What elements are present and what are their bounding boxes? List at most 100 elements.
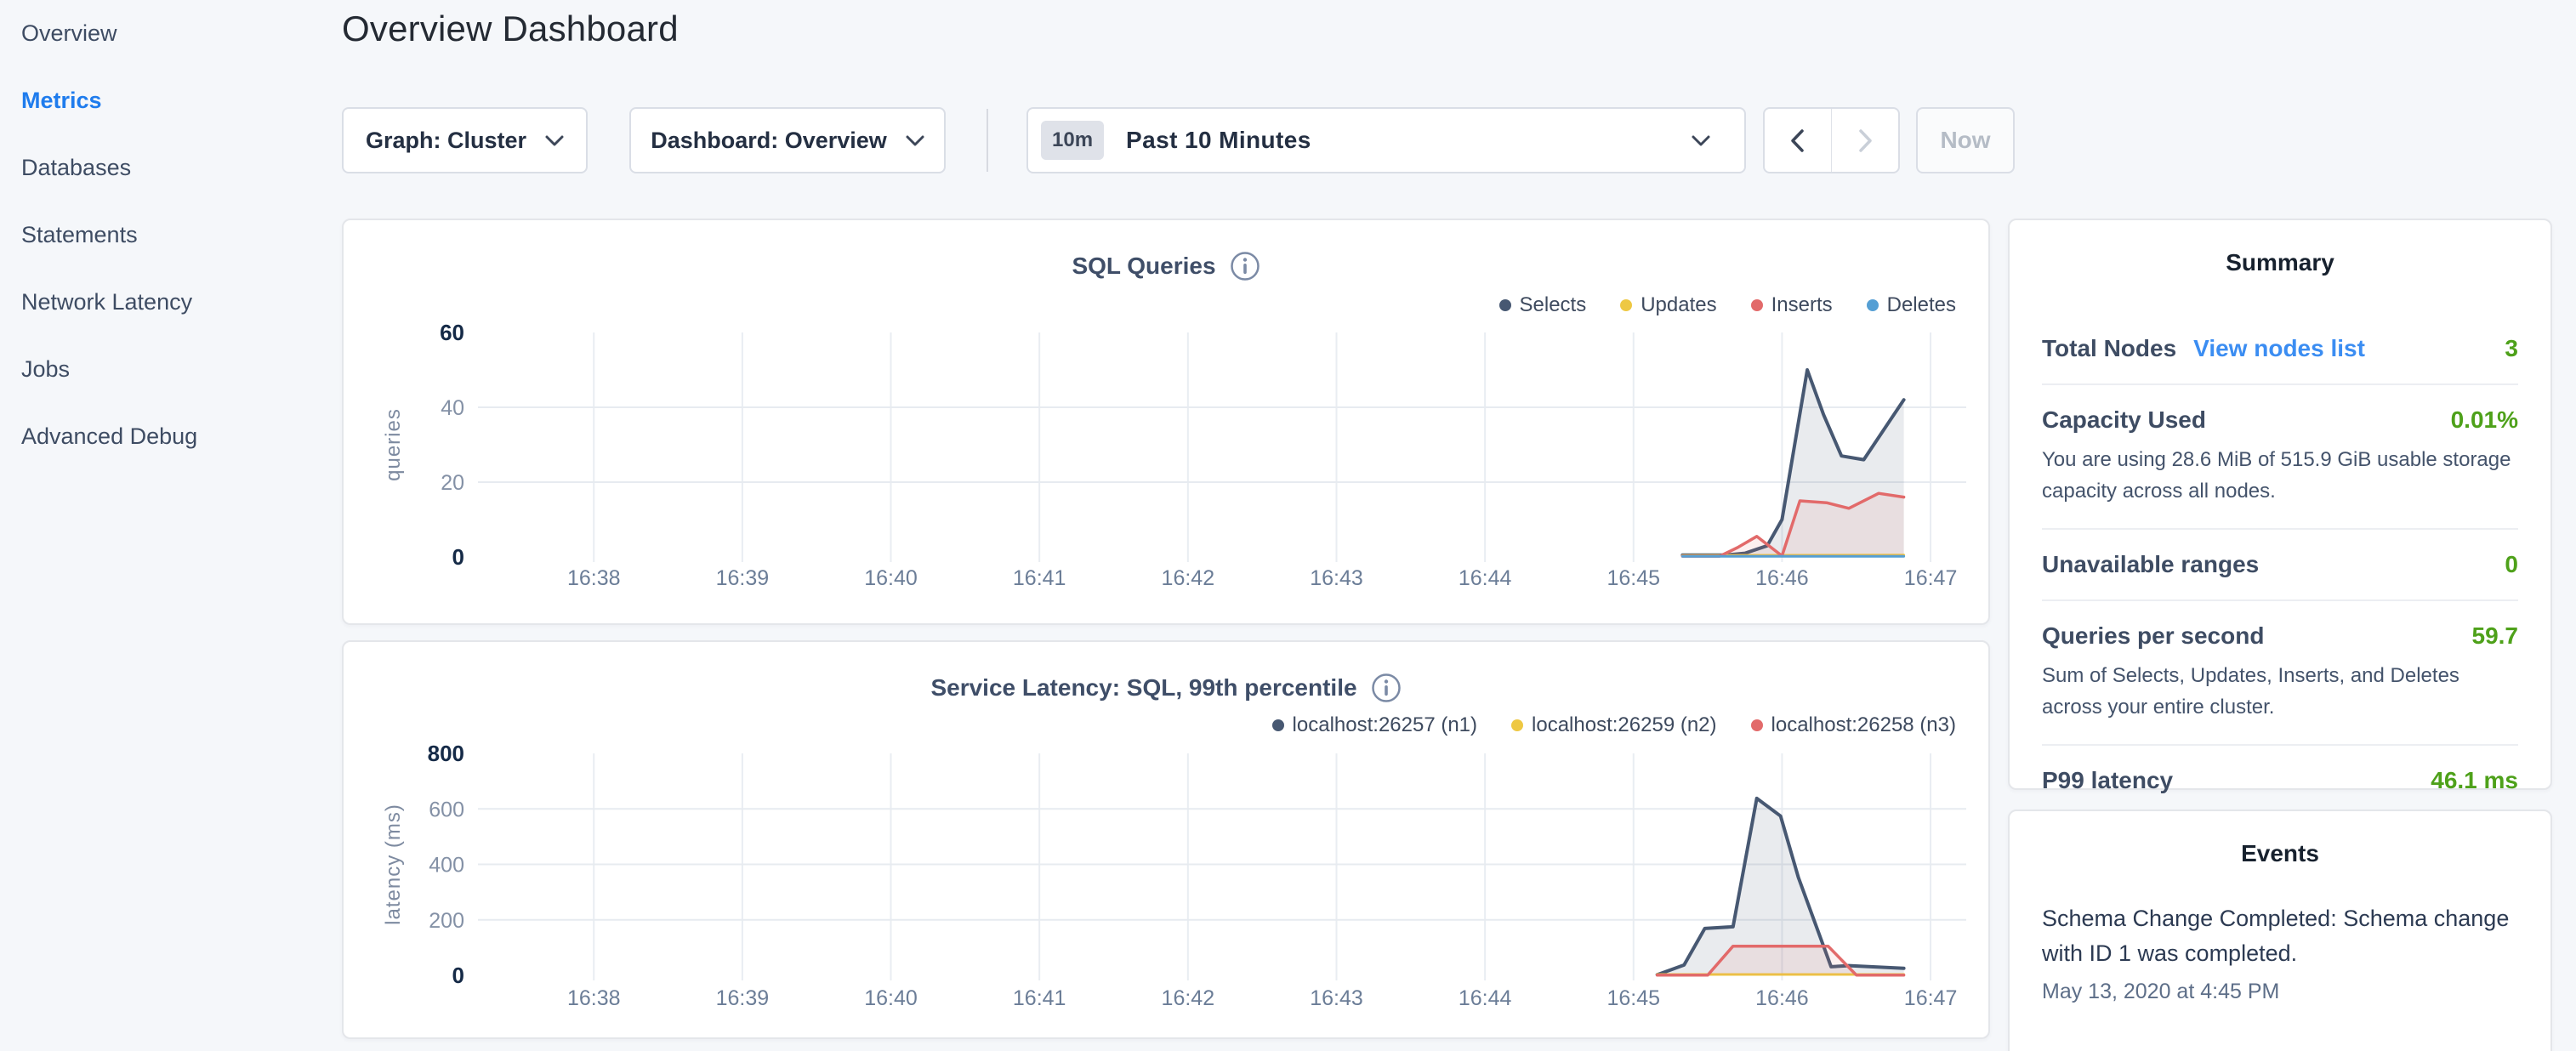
sidebar: Overview Metrics Databases Statements Ne… bbox=[0, 0, 332, 1051]
svg-text:16:46: 16:46 bbox=[1755, 986, 1809, 1010]
legend-label: Inserts bbox=[1771, 293, 1833, 317]
legend-label: Deletes bbox=[1887, 293, 1956, 317]
summary-row-value: 0 bbox=[2505, 551, 2518, 578]
now-button-label: Now bbox=[1940, 127, 1990, 154]
summary-title: Summary bbox=[2010, 220, 2550, 276]
legend-label: localhost:26259 (n2) bbox=[1532, 713, 1716, 737]
sidebar-item-databases[interactable]: Databases bbox=[0, 134, 332, 202]
service-latency-plot[interactable]: 16:3816:3916:4016:4116:4216:4316:4416:45… bbox=[376, 741, 1992, 1022]
svg-text:16:41: 16:41 bbox=[1013, 986, 1066, 1010]
summary-row-value: 3 bbox=[2505, 335, 2518, 362]
events-title: Events bbox=[2010, 811, 2550, 867]
now-button[interactable]: Now bbox=[1916, 107, 2015, 173]
svg-text:20: 20 bbox=[441, 471, 464, 495]
svg-text:16:45: 16:45 bbox=[1607, 566, 1661, 590]
page-title: Overview Dashboard bbox=[342, 9, 679, 49]
sidebar-item-statements[interactable]: Statements bbox=[0, 202, 332, 269]
sql-queries-chart-panel: SQL Queries Selects Updates Inserts Dele… bbox=[342, 219, 1990, 625]
svg-text:16:39: 16:39 bbox=[716, 986, 770, 1010]
svg-text:16:44: 16:44 bbox=[1459, 986, 1512, 1010]
legend-item-selects[interactable]: Selects bbox=[1499, 293, 1587, 317]
summary-row-value: 46.1 ms bbox=[2431, 767, 2518, 794]
summary-row-value: 59.7 bbox=[2472, 622, 2519, 650]
chart-title: SQL Queries bbox=[1072, 253, 1215, 280]
svg-text:0: 0 bbox=[452, 963, 464, 988]
summary-row-value: 0.01% bbox=[2451, 406, 2518, 434]
svg-text:16:45: 16:45 bbox=[1607, 986, 1661, 1010]
svg-text:16:40: 16:40 bbox=[864, 986, 918, 1010]
summary-row-unavailable-ranges: Unavailable ranges 0 bbox=[2042, 530, 2518, 601]
chart-title: Service Latency: SQL, 99th percentile bbox=[930, 674, 1356, 702]
svg-text:16:44: 16:44 bbox=[1459, 566, 1512, 590]
legend-label: localhost:26257 (n1) bbox=[1293, 713, 1477, 737]
sidebar-item-label: Network Latency bbox=[21, 289, 192, 315]
chart-legend: localhost:26257 (n1) localhost:26259 (n2… bbox=[1272, 713, 1956, 737]
sidebar-item-network-latency[interactable]: Network Latency bbox=[0, 269, 332, 336]
legend-dot bbox=[1620, 299, 1632, 311]
legend-item-deletes[interactable]: Deletes bbox=[1867, 293, 1956, 317]
legend-item-n1[interactable]: localhost:26257 (n1) bbox=[1272, 713, 1477, 737]
sidebar-item-jobs[interactable]: Jobs bbox=[0, 336, 332, 403]
svg-text:0: 0 bbox=[452, 544, 464, 570]
svg-text:16:39: 16:39 bbox=[716, 566, 770, 590]
time-prev-button[interactable] bbox=[1765, 109, 1831, 172]
summary-row-description: Sum of Selects, Updates, Inserts, and De… bbox=[2042, 660, 2518, 723]
svg-text:16:38: 16:38 bbox=[567, 986, 621, 1010]
info-icon[interactable] bbox=[1371, 673, 1402, 703]
sidebar-item-label: Metrics bbox=[21, 88, 102, 114]
sql-queries-plot[interactable]: 16:38 16:39 16:40 16:41 16:42 16:43 16:44 16:45… bbox=[376, 321, 1992, 597]
event-message: Schema Change Completed: Schema change w… bbox=[2042, 901, 2518, 971]
svg-text:16:41: 16:41 bbox=[1013, 566, 1066, 590]
svg-text:60: 60 bbox=[440, 321, 464, 345]
svg-text:latency (ms): latency (ms) bbox=[382, 804, 405, 925]
legend-dot bbox=[1867, 299, 1879, 311]
sidebar-item-advanced-debug[interactable]: Advanced Debug bbox=[0, 403, 332, 470]
svg-text:16:40: 16:40 bbox=[864, 566, 918, 590]
svg-text:600: 600 bbox=[429, 798, 464, 821]
chart-legend: Selects Updates Inserts Deletes bbox=[1499, 293, 1957, 317]
sidebar-item-label: Jobs bbox=[21, 356, 70, 383]
graph-dropdown[interactable]: Graph: Cluster bbox=[342, 107, 588, 173]
summary-row-queries-per-second: Queries per second 59.7 Sum of Selects, … bbox=[2042, 601, 2518, 746]
legend-dot bbox=[1751, 299, 1763, 311]
svg-text:16:42: 16:42 bbox=[1162, 986, 1215, 1010]
legend-dot bbox=[1511, 719, 1523, 731]
legend-item-n2[interactable]: localhost:26259 (n2) bbox=[1511, 713, 1716, 737]
dashboard-dropdown-label: Dashboard: Overview bbox=[651, 128, 887, 154]
toolbar-divider bbox=[987, 109, 988, 172]
svg-text:200: 200 bbox=[429, 909, 464, 933]
summary-panel: Summary Total Nodes View nodes list 3 Ca… bbox=[2008, 219, 2552, 790]
svg-text:16:43: 16:43 bbox=[1310, 566, 1363, 590]
sidebar-item-label: Advanced Debug bbox=[21, 423, 197, 450]
dashboard-dropdown[interactable]: Dashboard: Overview bbox=[629, 107, 946, 173]
time-next-button[interactable] bbox=[1832, 109, 1898, 172]
summary-row-label: Queries per second bbox=[2042, 622, 2264, 650]
legend-item-inserts[interactable]: Inserts bbox=[1751, 293, 1833, 317]
summary-row-label: P99 latency bbox=[2042, 767, 2173, 794]
svg-text:queries: queries bbox=[382, 408, 405, 481]
sidebar-item-label: Overview bbox=[21, 20, 117, 47]
sidebar-item-overview[interactable]: Overview bbox=[0, 0, 332, 67]
legend-label: Updates bbox=[1641, 293, 1716, 317]
legend-label: localhost:26258 (n3) bbox=[1771, 713, 1956, 737]
view-nodes-list-link[interactable]: View nodes list bbox=[2193, 335, 2365, 362]
legend-dot bbox=[1751, 719, 1763, 731]
legend-item-n3[interactable]: localhost:26258 (n3) bbox=[1751, 713, 1956, 737]
svg-text:40: 40 bbox=[441, 396, 464, 420]
time-pager bbox=[1763, 107, 1900, 173]
legend-item-updates[interactable]: Updates bbox=[1620, 293, 1716, 317]
event-item[interactable]: Schema Change Completed: Schema change w… bbox=[2042, 901, 2518, 1004]
service-latency-chart-panel: Service Latency: SQL, 99th percentile lo… bbox=[342, 640, 1990, 1039]
time-range-picker[interactable]: 10m Past 10 Minutes bbox=[1026, 107, 1746, 173]
svg-text:16:38: 16:38 bbox=[567, 566, 621, 590]
svg-text:16:47: 16:47 bbox=[1904, 566, 1958, 590]
chevron-down-icon bbox=[545, 135, 564, 146]
summary-row-total-nodes: Total Nodes View nodes list 3 bbox=[2042, 314, 2518, 385]
info-icon[interactable] bbox=[1230, 251, 1260, 281]
summary-row-label: Total Nodes bbox=[2042, 335, 2176, 362]
svg-text:16:42: 16:42 bbox=[1162, 566, 1215, 590]
sidebar-item-metrics[interactable]: Metrics bbox=[0, 67, 332, 134]
legend-dot bbox=[1272, 719, 1284, 731]
legend-label: Selects bbox=[1520, 293, 1587, 317]
chevron-right-icon bbox=[1858, 129, 1873, 152]
